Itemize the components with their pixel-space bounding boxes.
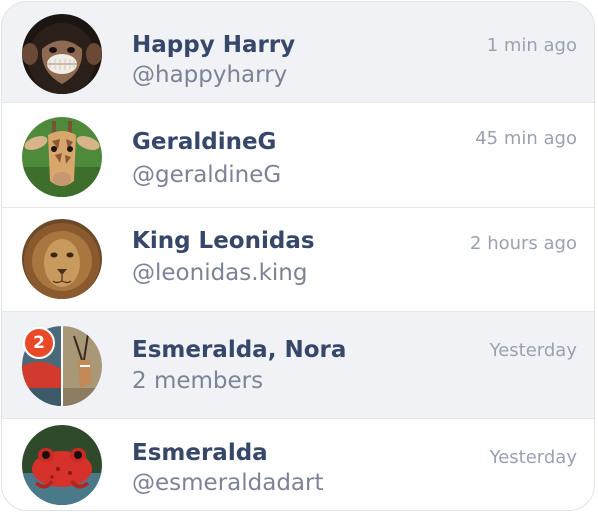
giraffe-avatar — [22, 117, 102, 197]
contact-handle: @esmeraldadart — [132, 470, 324, 496]
conversation-row-happy-harry[interactable]: Happy Harry @happyharry 1 min ago — [2, 2, 594, 103]
message-time: Yesterday — [489, 447, 577, 468]
contact-name: King Leonidas — [132, 228, 315, 254]
lion-avatar-image — [22, 219, 102, 299]
conversation-row-esmeralda[interactable]: Esmeralda @esmeraldadart Yesterday — [2, 419, 594, 510]
giraffe-avatar-image — [22, 117, 102, 197]
group-name: Esmeralda, Nora — [132, 337, 347, 363]
conversation-row-group-esmeralda-nora[interactable]: 2 Esmeralda, Nora 2 members Yesterday — [2, 312, 594, 419]
message-time: 45 min ago — [475, 128, 577, 149]
unread-count-badge: 2 — [23, 327, 55, 359]
chimpanzee-avatar — [22, 14, 102, 94]
contact-name: GeraldineG — [132, 129, 277, 155]
chimpanzee-avatar-image — [22, 14, 102, 94]
contact-name: Happy Harry — [132, 32, 296, 58]
conversation-list: Happy Harry @happyharry 1 min ago Gerald… — [1, 1, 595, 511]
frog-avatar — [22, 425, 102, 505]
message-time: 1 min ago — [486, 35, 577, 56]
contact-handle: @happyharry — [132, 62, 288, 88]
conversation-row-geraldineg[interactable]: GeraldineG @geraldineG 45 min ago — [2, 103, 594, 208]
frog-avatar-image — [22, 425, 102, 505]
contact-handle: @geraldineG — [132, 162, 282, 188]
group-members: 2 members — [132, 368, 264, 394]
message-time: 2 hours ago — [470, 233, 577, 254]
contact-name: Esmeralda — [132, 440, 268, 466]
contact-handle: @leonidas.king — [132, 260, 308, 286]
lion-avatar — [22, 219, 102, 299]
message-time: Yesterday — [489, 340, 577, 361]
conversation-row-king-leonidas[interactable]: King Leonidas @leonidas.king 2 hours ago — [2, 208, 594, 312]
